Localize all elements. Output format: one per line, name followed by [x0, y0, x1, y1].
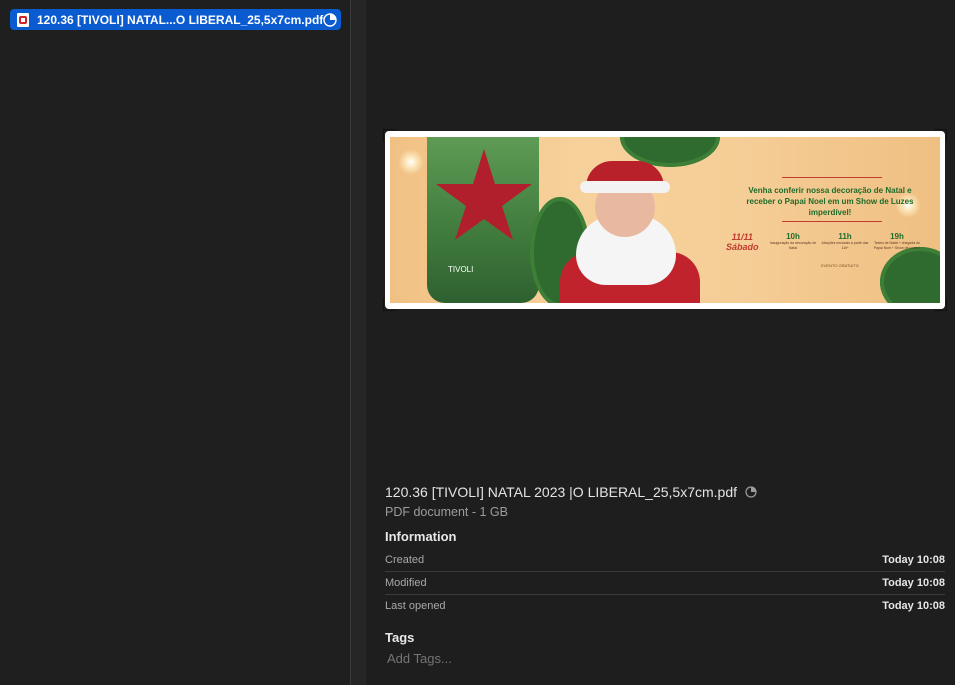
file-column: 120.36 [TIVOLI] NATAL...O LIBERAL_25,5x7… [0, 0, 350, 685]
info-value: Today 10:08 [882, 553, 945, 566]
file-name: 120.36 [TIVOLI] NATAL...O LIBERAL_25,5x7… [37, 12, 324, 27]
schedule-desc: Inauguração da decoração de Natal [769, 241, 817, 250]
document-thumbnail[interactable]: TIVOLI Venha conferir nossa decoração de… [383, 129, 947, 311]
event-date-weekday: Sábado [726, 242, 759, 252]
information-heading: Information [385, 529, 457, 544]
info-row-last-opened: Last opened Today 10:08 [385, 594, 945, 617]
document-kind-size: PDF document - 1 GB [385, 505, 508, 519]
document-title-row: 120.36 [TIVOLI] NATAL 2023 |O LIBERAL_25… [385, 484, 757, 500]
decorative-line [782, 221, 882, 222]
preview-pane: TIVOLI Venha conferir nossa decoração de… [366, 0, 955, 685]
add-tags-input[interactable] [387, 651, 687, 666]
schedule-time: 11h [838, 232, 852, 241]
pine-branch-graphic [880, 247, 940, 303]
event-free-note: EVENTO GRATUITO [821, 263, 859, 268]
light-sparkle-icon [398, 149, 424, 175]
pdf-file-icon [17, 12, 29, 27]
event-date-day: 11/11 [731, 232, 753, 242]
christmas-banner-image: TIVOLI Venha conferir nossa decoração de… [390, 137, 940, 303]
document-title: 120.36 [TIVOLI] NATAL 2023 |O LIBERAL_25… [385, 484, 738, 500]
info-label: Last opened [385, 599, 446, 612]
schedule-time: 19h [890, 232, 904, 241]
schedule-desc: Teatro de Natal + chegada do Papai Noel … [873, 241, 921, 250]
schedule-item: 11h Atrações musicais a partir das 11h* [820, 232, 870, 251]
santa-hat-trim [580, 181, 670, 193]
decorative-line [782, 177, 882, 178]
schedule-time: 10h [786, 232, 800, 241]
info-label: Created [385, 553, 425, 566]
brand-logo: TIVOLI [448, 265, 474, 274]
schedule-item: 19h Teatro de Natal + chegada do Papai N… [872, 232, 922, 251]
download-progress-icon [323, 12, 337, 27]
info-value: Today 10:08 [882, 576, 945, 589]
info-row-created: Created Today 10:08 [385, 548, 945, 572]
file-item-selected[interactable]: 120.36 [TIVOLI] NATAL...O LIBERAL_25,5x7… [10, 9, 341, 30]
info-row-modified: Modified Today 10:08 [385, 571, 945, 595]
info-label: Modified [385, 576, 427, 589]
event-date: 11/11 Sábado [726, 232, 759, 252]
schedule-item: 10h Inauguração da decoração de Natal [768, 232, 818, 251]
info-value: Today 10:08 [882, 599, 945, 612]
schedule-desc: Atrações musicais a partir das 11h* [821, 241, 869, 250]
tags-heading: Tags [385, 630, 415, 645]
banner-headline: Venha conferir nossa decoração de Natal … [746, 186, 914, 217]
loading-progress-icon [745, 486, 757, 498]
column-gutter [351, 0, 366, 685]
